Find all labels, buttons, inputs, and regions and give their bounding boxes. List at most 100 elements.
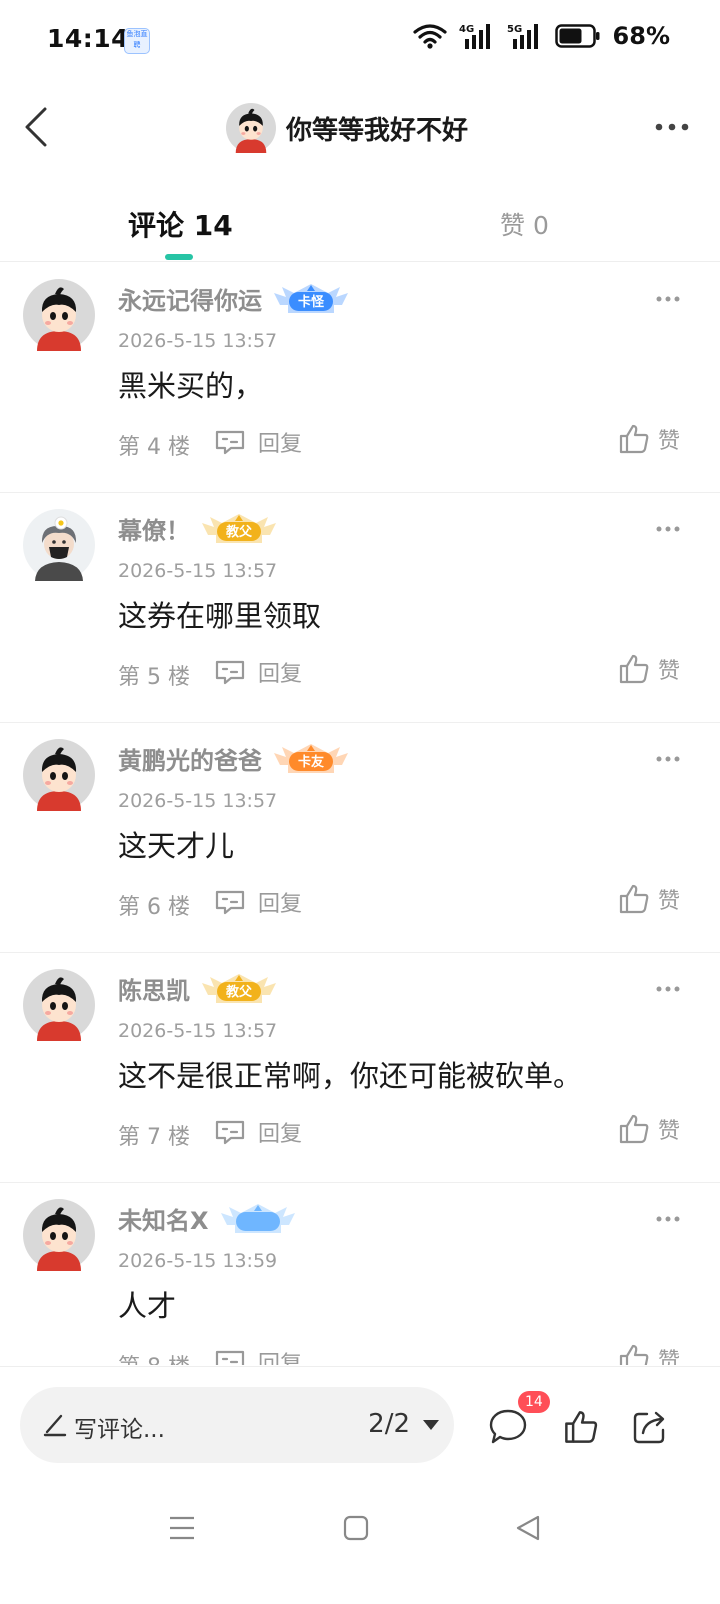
write-comment-placeholder: 写评论...	[74, 1417, 165, 1443]
comment-text: 这不是很正常啊，你还可能被砍单。	[118, 1059, 583, 1093]
reply-icon	[215, 660, 245, 685]
commenter-avatar[interactable]	[23, 279, 95, 351]
reply-label: 回复	[258, 662, 303, 687]
like-label: 赞	[657, 429, 680, 454]
menu-button[interactable]	[160, 1508, 204, 1548]
avatar-cartoon-icon	[23, 969, 95, 1041]
thumbs-up-icon	[619, 1114, 649, 1144]
like-button[interactable]: 赞	[618, 1113, 680, 1145]
comment-list[interactable]: 永远记得你运 卡怪 2026-5-15 13:57 黑米买的， 第 4 楼 回复…	[0, 263, 720, 1365]
reply-label: 回复	[258, 1352, 303, 1365]
commenter-name-row: 黄鹏光的爸爸 卡友	[118, 741, 350, 776]
write-comment-input[interactable]: 写评论... 2/2	[20, 1387, 454, 1463]
share-button[interactable]	[628, 1405, 672, 1449]
comment-floor: 第 5 楼	[118, 665, 190, 690]
commenter-name[interactable]: 幕僚！	[118, 511, 190, 546]
like-post-button[interactable]	[559, 1405, 603, 1449]
reply-label: 回复	[258, 892, 303, 917]
more-horizontal-icon	[656, 986, 680, 992]
comment-floor: 第 8 楼	[118, 1349, 190, 1365]
reply-button[interactable]: 回复	[214, 886, 302, 918]
post-header: 你等等我好不好	[0, 84, 720, 174]
tab-likes[interactable]: 赞 0	[500, 206, 549, 242]
comment-text: 这天才儿	[118, 829, 235, 863]
caret-down-icon[interactable]	[422, 1419, 440, 1431]
system-back-button[interactable]	[506, 1508, 550, 1548]
like-label: 赞	[657, 1119, 680, 1144]
commenter-name-row: 永远记得你运 卡怪	[118, 281, 350, 316]
comment-count-badge: 14	[518, 1391, 550, 1413]
comment-more-button[interactable]	[650, 517, 686, 541]
bottom-action-bar: 写评论... 2/2 14	[0, 1366, 720, 1486]
like-label: 赞	[657, 1349, 680, 1365]
like-button[interactable]: 赞	[618, 1343, 680, 1365]
reply-button[interactable]: 回复	[214, 1116, 302, 1148]
pencil-icon	[43, 1414, 67, 1437]
svg-text:卡友: 卡友	[298, 754, 324, 770]
level-badge-icon: 教父	[200, 973, 278, 1004]
share-icon	[633, 1411, 665, 1444]
comment-item: 陈思凯 教父 2026-5-15 13:57 这不是很正常啊，你还可能被砍单。 …	[0, 953, 720, 1183]
page-indicator[interactable]: 2/2	[368, 1409, 410, 1439]
header-avatar	[226, 103, 276, 153]
comment-text: 黑米买的，	[118, 369, 264, 403]
svg-text:5G: 5G	[507, 24, 522, 35]
header-user[interactable]: 你等等我好不好	[226, 103, 468, 153]
comment-more-button[interactable]	[650, 1207, 686, 1231]
badge-crest-icon: 教父	[202, 513, 276, 543]
more-horizontal-icon	[656, 756, 680, 762]
commenter-name[interactable]: 陈思凯	[118, 971, 190, 1006]
reply-button[interactable]: 回复	[214, 426, 302, 458]
more-horizontal-icon	[656, 1216, 680, 1222]
wifi-icon	[412, 24, 447, 49]
signal-5g-icon: 5G	[507, 24, 538, 49]
reply-button[interactable]: 回复	[214, 656, 302, 688]
level-badge-icon: 卡友	[272, 743, 350, 774]
comment-more-button[interactable]	[650, 287, 686, 311]
svg-text:卡怪: 卡怪	[298, 294, 325, 310]
thumbs-up-icon	[565, 1411, 598, 1443]
menu-icon	[170, 1516, 194, 1540]
comment-more-button[interactable]	[650, 977, 686, 1001]
comment-item: 未知名X 2026-5-15 13:59 人才 第 8 楼 回复 赞	[0, 1183, 720, 1365]
reply-icon	[215, 890, 245, 915]
commenter-avatar[interactable]	[23, 739, 95, 811]
badge-crest-icon: 卡怪	[274, 283, 348, 313]
more-horizontal-icon	[656, 526, 680, 532]
commenter-avatar[interactable]	[23, 509, 95, 581]
commenter-name[interactable]: 未知名X	[118, 1201, 209, 1236]
post-title: 你等等我好不好	[286, 115, 469, 146]
avatar-cartoon-icon	[23, 1199, 95, 1271]
reply-button[interactable]: 回复	[214, 1346, 302, 1365]
battery-icon	[554, 24, 600, 48]
avatar-cartoon-icon	[23, 279, 95, 351]
like-button[interactable]: 赞	[618, 653, 680, 685]
home-button[interactable]	[334, 1508, 378, 1548]
reply-icon	[215, 1120, 245, 1145]
badge-crest-icon	[220, 1203, 295, 1233]
status-bar: 14:14 鱼泡直聘 4G 5G 68%	[0, 0, 720, 84]
reply-icon	[215, 1350, 245, 1365]
post-more-button[interactable]	[650, 112, 694, 142]
commenter-name[interactable]: 永远记得你运	[118, 281, 262, 316]
commenter-name[interactable]: 黄鹏光的爸爸	[118, 741, 262, 776]
comment-floor: 第 6 楼	[118, 895, 190, 920]
reply-label: 回复	[258, 1122, 303, 1147]
comment-more-button[interactable]	[650, 747, 686, 771]
like-button[interactable]: 赞	[618, 423, 680, 455]
commenter-avatar[interactable]	[23, 1199, 95, 1271]
tab-comments[interactable]: 评论 14	[128, 204, 233, 244]
thumbs-up-icon	[619, 884, 649, 914]
commenter-avatar[interactable]	[23, 969, 95, 1041]
level-badge-icon	[219, 1203, 297, 1234]
battery-percent: 68%	[612, 22, 670, 50]
signal-4g-icon: 4G	[459, 24, 490, 49]
status-time: 14:14	[47, 24, 130, 53]
back-button[interactable]	[14, 104, 58, 150]
comment-item: 黄鹏光的爸爸 卡友 2026-5-15 13:57 这天才儿 第 6 楼 回复 …	[0, 723, 720, 953]
comment-tabs: 评论 14 赞 0	[0, 190, 720, 262]
reply-label: 回复	[258, 432, 303, 457]
like-button[interactable]: 赞	[618, 883, 680, 915]
svg-text:教父: 教父	[225, 984, 253, 1000]
avatar-masked-character-icon	[23, 509, 95, 581]
